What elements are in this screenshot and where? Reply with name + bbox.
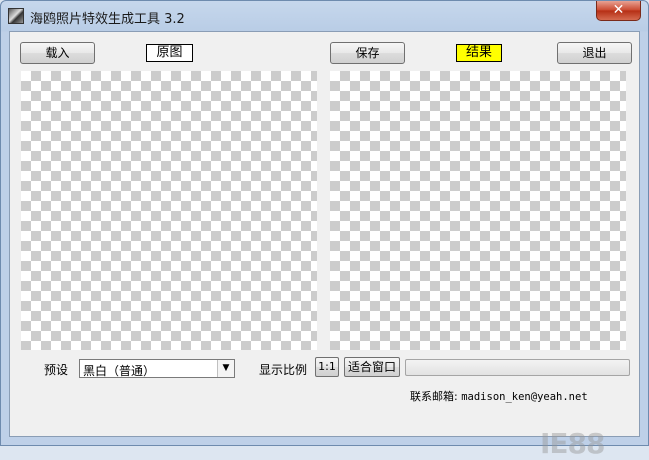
contact-info: 联系邮箱: madison_ken@yeah.net [410, 388, 588, 404]
original-image-canvas[interactable] [21, 71, 317, 350]
load-button[interactable]: 载入 [20, 42, 95, 64]
contact-email: madison_ken@yeah.net [461, 391, 588, 403]
close-icon: ✕ [612, 2, 625, 18]
close-button[interactable]: ✕ [596, 1, 641, 21]
original-image-label: 原图 [146, 44, 193, 62]
chevron-down-icon[interactable]: ▼ [217, 360, 234, 377]
ratio-1-1-button[interactable]: 1:1 [315, 357, 339, 377]
result-image-canvas[interactable] [330, 71, 626, 350]
save-button[interactable]: 保存 [330, 42, 405, 64]
title-bar[interactable]: 海鸥照片特效生成工具 3.2 ✕ [1, 1, 648, 31]
preset-label: 预设 [44, 363, 69, 377]
display-ratio-label: 显示比例 [259, 363, 308, 377]
preset-select[interactable]: 黑白（普通） ▼ [79, 359, 235, 378]
window-title: 海鸥照片特效生成工具 3.2 [30, 12, 185, 27]
app-window: 海鸥照片特效生成工具 3.2 ✕ 载入 原图 保存 结果 退出 预设 黑白（普通… [0, 0, 649, 460]
progress-bar [405, 359, 630, 376]
exit-button[interactable]: 退出 [557, 42, 632, 64]
preset-select-value: 黑白（普通） [83, 364, 156, 378]
result-image-label: 结果 [456, 44, 502, 62]
app-icon [8, 8, 24, 24]
watermark-logo: IE88 [540, 427, 606, 460]
client-area: 载入 原图 保存 结果 退出 预设 黑白（普通） ▼ 显示比例 1:1 适合窗口… [9, 31, 640, 460]
fit-window-button[interactable]: 适合窗口 [344, 357, 400, 377]
contact-label: 联系邮箱: [410, 390, 458, 403]
